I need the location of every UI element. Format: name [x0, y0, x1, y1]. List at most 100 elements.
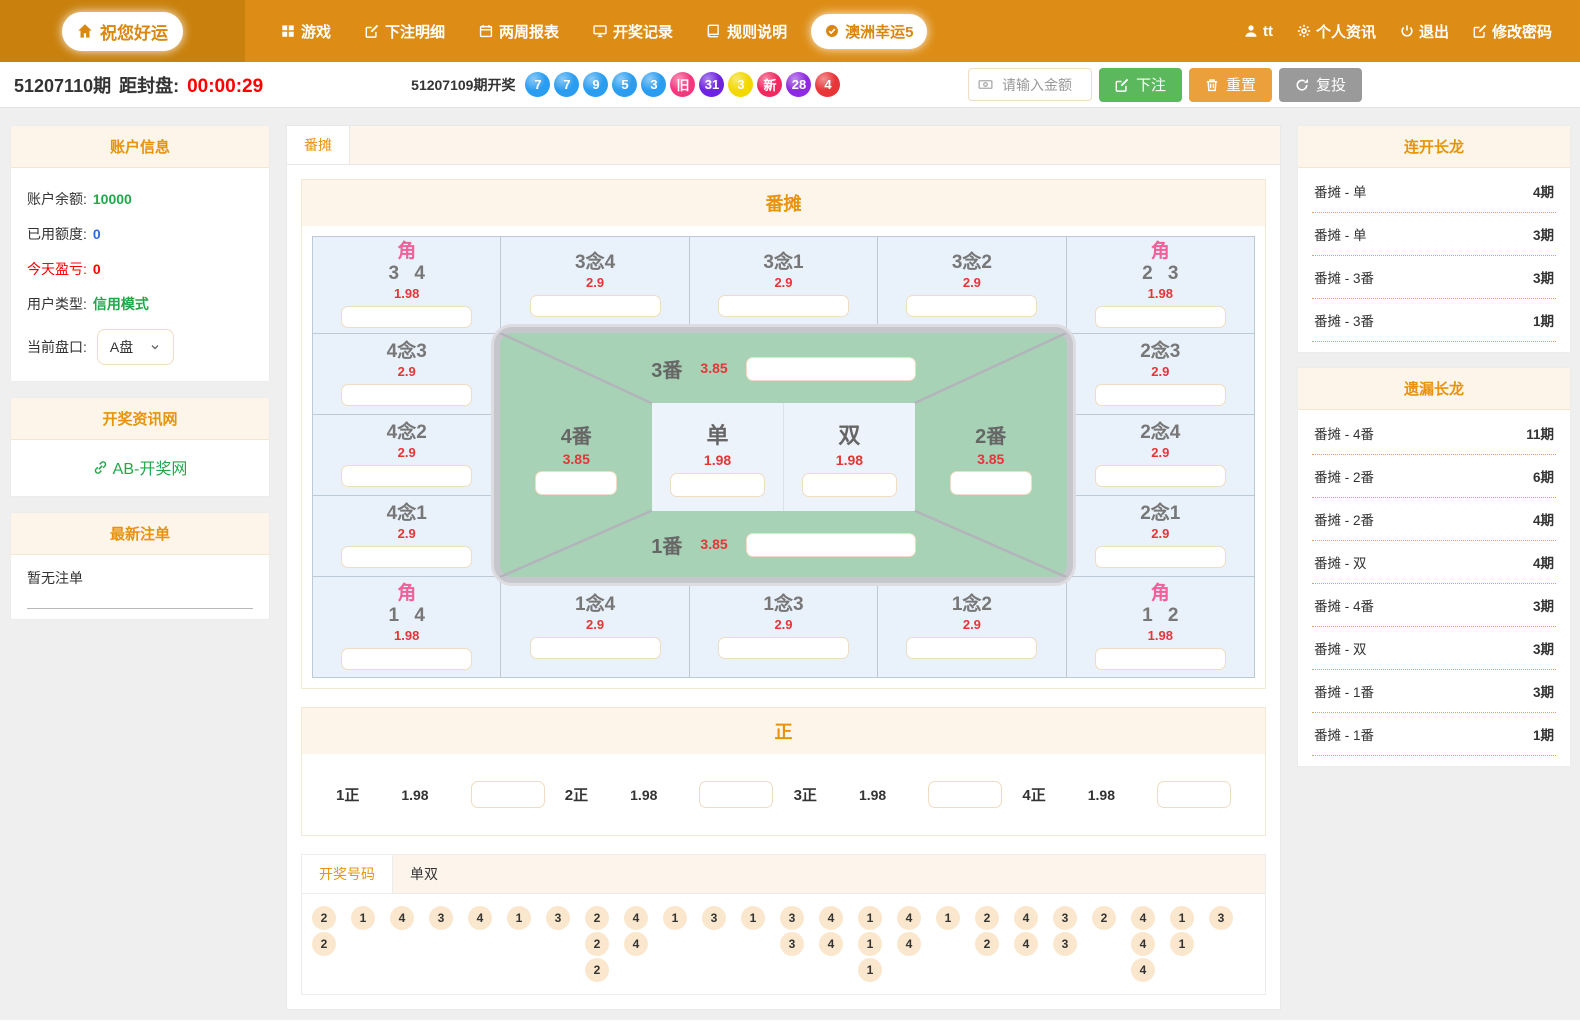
bet-input-even[interactable] — [802, 473, 896, 497]
bet-input-3n4[interactable] — [530, 295, 661, 317]
bet-cell-2n1[interactable]: 2念12.9 — [1067, 496, 1254, 576]
nav-item-logout[interactable]: 退出 — [1400, 17, 1449, 46]
tab-fantan[interactable]: 番摊 — [287, 126, 350, 164]
bet-cell-odds: 2.9 — [398, 364, 416, 379]
bet-input-fan2[interactable] — [950, 471, 1032, 495]
bet-input-2n3[interactable] — [1095, 384, 1226, 406]
bet-cell-1n3[interactable]: 1念32.9 — [690, 577, 877, 677]
bet-cell-3n2[interactable]: 3念22.9 — [878, 237, 1065, 333]
bet-cell-label: 单 — [707, 418, 729, 450]
history-panel: 开奖号码单双 221434132224413133441114412244332… — [301, 854, 1266, 995]
nav-item-biweekly-report[interactable]: 两周报表 — [469, 13, 569, 50]
dragon-row: 番摊 - 3番1期 — [1312, 299, 1556, 342]
rebet-button[interactable]: 复投 — [1279, 68, 1362, 102]
bet-cell-corner-34[interactable]: 角3 41.98 — [313, 237, 500, 333]
amount-input[interactable] — [1000, 76, 1082, 94]
bet-input-3n1[interactable] — [718, 295, 849, 317]
draw-ball: 5 — [612, 72, 637, 97]
bet-cell-3n1[interactable]: 3念12.9 — [690, 237, 877, 333]
bet-input-4n2[interactable] — [341, 465, 472, 487]
zheng-odds: 1.98 — [401, 787, 428, 803]
history-column: 33 — [1053, 906, 1077, 956]
bet-cell-fan2[interactable]: 2番 3.85 — [915, 403, 1067, 511]
zheng-panel-title: 正 — [302, 708, 1265, 754]
dragon-row: 番摊 - 2番4期 — [1312, 498, 1556, 541]
history-column: 1 — [507, 906, 531, 930]
bet-cell-1n2[interactable]: 1念22.9 — [878, 577, 1065, 677]
reset-button[interactable]: 重置 — [1189, 68, 1272, 102]
bet-input-odd[interactable] — [670, 473, 764, 497]
nav-item-australia-lucky5[interactable]: 澳洲幸运5 — [811, 14, 927, 49]
nav-item-label: 开奖记录 — [613, 21, 673, 42]
bet-input-1n3[interactable] — [718, 637, 849, 659]
plate-row: 当前盘口: A盘 — [27, 329, 253, 365]
nav-item-rules[interactable]: 规则说明 — [697, 13, 797, 50]
bet-input-zheng4[interactable] — [1157, 781, 1231, 808]
bet-input-4n3[interactable] — [341, 384, 472, 406]
bet-input-corner-23[interactable] — [1095, 306, 1226, 328]
bet-cell-4n1[interactable]: 4念12.9 — [313, 496, 500, 576]
bet-input-zheng2[interactable] — [699, 781, 773, 808]
bet-input-corner-34[interactable] — [341, 306, 472, 328]
latest-orders-title: 最新注单 — [11, 513, 269, 555]
bet-input-2n1[interactable] — [1095, 546, 1226, 568]
bet-cell-fan1[interactable]: 1番 3.85 — [580, 511, 988, 577]
bet-input-2n4[interactable] — [1095, 465, 1226, 487]
history-tab-odd-even[interactable]: 单双 — [393, 855, 455, 893]
bet-cell-fan4[interactable]: 4番 3.85 — [500, 403, 652, 511]
nav-item-username[interactable]: tt — [1244, 17, 1273, 46]
bet-input-fan3[interactable] — [746, 357, 916, 381]
draw-site-link[interactable]: AB-开奖网 — [11, 440, 269, 496]
bet-cell-corner-23[interactable]: 角2 31.98 — [1067, 237, 1254, 333]
bet-cell-even[interactable]: 双 1.98 — [783, 403, 915, 511]
bet-cell-fan3[interactable]: 3番 3.85 — [580, 333, 988, 403]
bet-cell-3n4[interactable]: 3念42.9 — [501, 237, 688, 333]
bet-cell-odds: 1.98 — [836, 452, 863, 468]
zheng-group-zheng2: 2正1.98 — [565, 781, 774, 808]
bet-cell-label: 2念1 — [1140, 504, 1180, 525]
bet-input-corner-14[interactable] — [341, 648, 472, 670]
nav-item-draw-records[interactable]: 开奖记录 — [583, 13, 683, 50]
bet-cell-2n3[interactable]: 2念32.9 — [1067, 334, 1254, 414]
zheng-label: 2正 — [565, 784, 588, 805]
left-sidebar: 账户信息 账户余额:10000已用额度:0今天盈亏:0用户类型:信用模式 当前盘… — [10, 125, 270, 620]
bet-input-zheng1[interactable] — [471, 781, 545, 808]
bet-cell-1n4[interactable]: 1念42.9 — [501, 577, 688, 677]
dragon-row-count: 1期 — [1533, 310, 1554, 330]
bet-cell-corner-12[interactable]: 角1 21.98 — [1067, 577, 1254, 677]
nav-item-profile[interactable]: 个人资讯 — [1297, 17, 1376, 46]
bet-input-corner-12[interactable] — [1095, 648, 1226, 670]
bet-input-4n1[interactable] — [341, 546, 472, 568]
bet-cell-corner-14[interactable]: 角1 41.98 — [313, 577, 500, 677]
bet-cell-label: 2番 — [975, 420, 1006, 449]
draw-ball: 28 — [786, 72, 811, 97]
nav-item-change-password[interactable]: 修改密码 — [1473, 17, 1552, 46]
bet-cell-odds: 1.98 — [394, 628, 419, 643]
bet-cell-2n4[interactable]: 2念42.9 — [1067, 415, 1254, 495]
nav-item-bet-details[interactable]: 下注明细 — [355, 13, 455, 50]
board-inner: 单 1.98 双 1.98 — [652, 403, 915, 511]
nav-item-games[interactable]: 游戏 — [271, 13, 341, 50]
bet-input-1n2[interactable] — [906, 637, 1037, 659]
bet-cell-4n3[interactable]: 4念32.9 — [313, 334, 500, 414]
history-column: 1 — [936, 906, 960, 930]
bet-input-fan4[interactable] — [535, 471, 617, 495]
bet-input-fan1[interactable] — [746, 533, 916, 557]
bet-button[interactable]: 下注 — [1099, 68, 1182, 102]
bet-cell-4n2[interactable]: 4念22.9 — [313, 415, 500, 495]
dragon-row-count: 4期 — [1533, 181, 1554, 201]
home-link[interactable]: 祝您好运 — [62, 12, 183, 51]
bet-cell-odd[interactable]: 单 1.98 — [652, 403, 783, 511]
history-ball: 4 — [624, 906, 648, 930]
bet-input-3n2[interactable] — [906, 295, 1037, 317]
history-ball: 3 — [780, 932, 804, 956]
book-icon — [707, 24, 721, 38]
fantan-panel: 番摊 3番 3.85 — [301, 179, 1266, 689]
history-ball: 4 — [390, 906, 414, 930]
plate-select[interactable]: A盘 — [97, 329, 174, 365]
fantan-panel-title: 番摊 — [302, 180, 1265, 226]
history-tab-draw-numbers[interactable]: 开奖号码 — [302, 855, 393, 893]
dragon-row: 番摊 - 1番3期 — [1312, 670, 1556, 713]
bet-input-1n4[interactable] — [530, 637, 661, 659]
bet-input-zheng3[interactable] — [928, 781, 1002, 808]
